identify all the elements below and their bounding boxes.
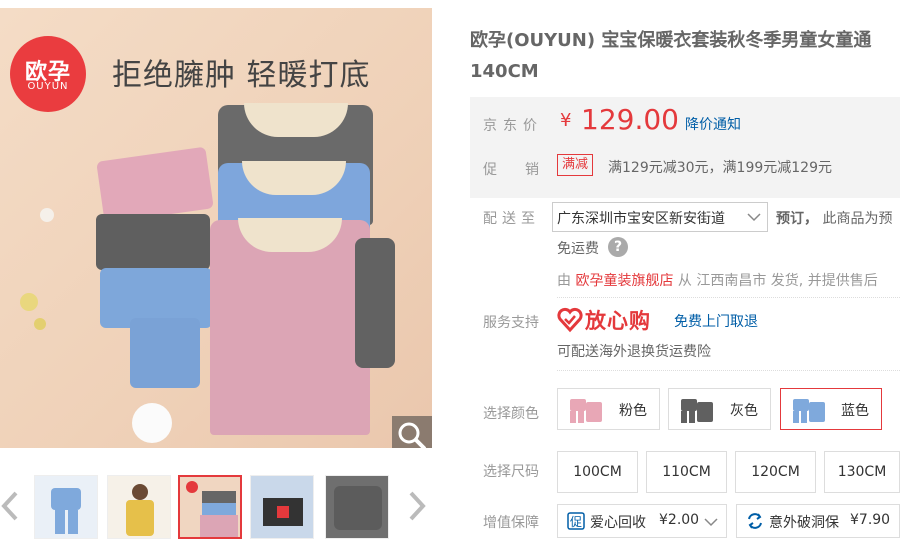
overseas-service: 可配送海外退换货运费险	[557, 344, 711, 360]
price-currency: ¥	[560, 110, 572, 131]
chevron-down-icon	[704, 518, 718, 527]
decor-cotton	[132, 403, 172, 443]
size-option-110[interactable]: 110CM	[646, 451, 727, 493]
decor-flower	[20, 293, 38, 311]
promo-text: 满129元减30元，满199元减129元	[608, 160, 832, 176]
decor-flower	[40, 208, 54, 222]
zoom-icon	[398, 422, 426, 448]
main-product-image[interactable]: 欧孕 OUYUN 拒绝臃肿 轻暖打底	[0, 8, 432, 448]
color-option-label: 灰色	[730, 403, 758, 419]
price-notify-link[interactable]: 降价通知	[685, 114, 741, 134]
ship-suffix: 从 江西南昌市 发货, 并提供售后	[677, 273, 878, 289]
color-label: 选择颜色	[483, 406, 539, 422]
blue-swatch-icon	[793, 399, 825, 423]
product-title: 欧孕(OUYUN) 宝宝保暖衣套装秋冬季男童女童通	[470, 30, 872, 51]
ship-prefix: 由	[557, 273, 571, 289]
assure-brand: 放心购	[585, 309, 651, 333]
divider	[557, 297, 900, 298]
color-option-blue[interactable]: 蓝色	[780, 388, 882, 430]
preorder-text: 此商品为预	[822, 211, 893, 227]
chevron-down-icon	[747, 213, 761, 222]
shop-name-link[interactable]: 欧孕童装旗舰店	[575, 273, 673, 289]
addon-recycle[interactable]: 促 爱心回收 ¥2.00	[557, 504, 727, 538]
folded-pants-pink	[96, 146, 214, 224]
preorder-bold: 预订，	[776, 211, 818, 227]
size-option-100[interactable]: 100CM	[557, 451, 638, 493]
color-option-pink[interactable]: 粉色	[557, 388, 660, 430]
size-option-130[interactable]: 130CM	[824, 451, 900, 493]
thumbnail-blue-set[interactable]	[34, 475, 98, 539]
grey-swatch-icon	[681, 399, 713, 423]
addon-price: ¥2.00	[659, 512, 700, 528]
promo-label: 促销	[483, 162, 567, 178]
zoom-button[interactable]	[392, 416, 432, 448]
free-shipping: 免运费	[557, 241, 599, 257]
sleeve-grey	[355, 238, 395, 368]
addon-price: ¥7.90	[850, 512, 891, 528]
pants-leg-blue	[130, 318, 200, 388]
preorder-notice: 预订， 此商品为预	[776, 208, 892, 228]
refresh-icon	[748, 513, 762, 529]
thumbnail-fabric-detail[interactable]	[250, 475, 314, 539]
color-option-label: 粉色	[619, 403, 647, 419]
help-icon[interactable]: ?	[608, 237, 628, 257]
brand-logo-en: OUYUN	[27, 81, 69, 92]
assure-link[interactable]: 免费上门取退	[674, 311, 758, 331]
divider	[557, 370, 900, 371]
folded-pants-grey	[96, 214, 210, 270]
addon-label-text: 爱心回收	[590, 515, 646, 531]
thumb-prev-button[interactable]	[0, 490, 20, 522]
color-option-label: 蓝色	[841, 403, 869, 419]
price-label: 京东价	[483, 118, 543, 134]
size-label: 选择尺码	[483, 464, 539, 480]
brand-logo: 欧孕 OUYUN	[10, 36, 86, 112]
thumbnail-stacked-tops[interactable]	[178, 475, 242, 539]
decor-flower	[34, 318, 46, 330]
color-option-grey[interactable]: 灰色	[668, 388, 771, 430]
svg-text:促: 促	[570, 515, 582, 529]
price-value: 129.00	[581, 103, 679, 136]
addon-damage-protection[interactable]: 意外破洞保 ¥7.90	[736, 504, 900, 538]
address-select[interactable]: 广东深圳市宝安区新安街道	[552, 202, 768, 232]
address-value: 广东深圳市宝安区新安街道	[557, 211, 725, 227]
addon-label: 增值保障	[483, 515, 539, 531]
heart-icon	[557, 307, 583, 333]
chevron-right-icon	[409, 491, 426, 521]
top-pink	[210, 218, 370, 435]
addon-label-text: 意外破洞保	[769, 515, 839, 531]
promo-tag: 满减	[557, 154, 594, 176]
shield-check-icon: 促	[567, 512, 585, 530]
size-option-120[interactable]: 120CM	[735, 451, 816, 493]
thumbnail-strip	[0, 470, 432, 542]
ship-from: 由 欧孕童装旗舰店 从 江西南昌市 发货, 并提供售后	[557, 270, 878, 290]
delivery-label: 配送至	[483, 211, 540, 227]
pink-swatch-icon	[570, 399, 602, 423]
thumbnail-child-yellow[interactable]	[107, 475, 171, 539]
thumb-next-button[interactable]	[407, 490, 427, 522]
service-label: 服务支持	[483, 315, 539, 331]
price-panel: 京东价 ¥ 129.00 降价通知 促销 满减 满129元减30元，满199元减…	[470, 97, 900, 198]
product-title-line2: 140CM	[470, 61, 539, 82]
chevron-left-icon	[1, 491, 18, 521]
image-headline: 拒绝臃肿 轻暖打底	[112, 58, 371, 93]
thumbnail-grey-fabric[interactable]	[325, 475, 389, 539]
